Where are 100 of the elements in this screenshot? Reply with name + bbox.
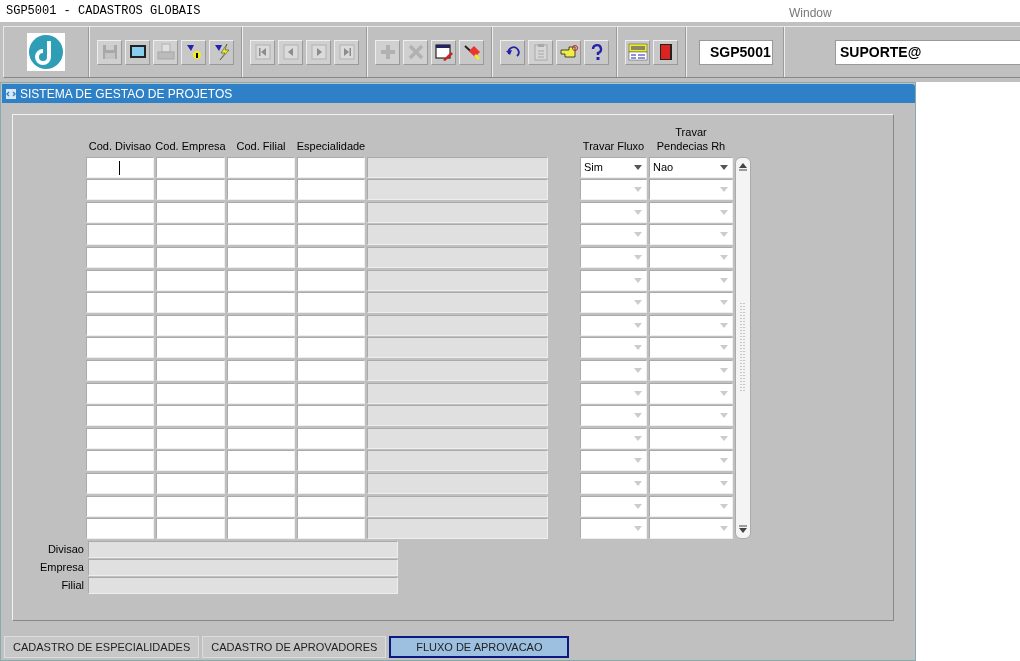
text-field[interactable]: [227, 382, 295, 404]
text-field[interactable]: [156, 224, 225, 246]
text-field[interactable]: [227, 427, 295, 449]
text-field[interactable]: [297, 292, 365, 314]
query-button[interactable]: [181, 39, 206, 65]
text-field[interactable]: [156, 292, 225, 314]
text-field[interactable]: [86, 518, 154, 540]
text-field[interactable]: [227, 495, 295, 517]
text-field[interactable]: [227, 337, 295, 359]
text-field[interactable]: [227, 405, 295, 427]
text-field[interactable]: [156, 156, 225, 178]
dropdown-field[interactable]: [649, 472, 733, 494]
text-field[interactable]: [227, 292, 295, 314]
text-field[interactable]: [156, 518, 225, 540]
text-field[interactable]: [86, 292, 154, 314]
dropdown-field[interactable]: [580, 405, 647, 427]
pointing-hand-button[interactable]: [556, 39, 581, 65]
text-field[interactable]: [227, 359, 295, 381]
text-field[interactable]: [227, 314, 295, 336]
tab[interactable]: CADASTRO DE APROVADORES: [202, 636, 387, 658]
form-edit-button[interactable]: [431, 39, 456, 65]
dropdown-field[interactable]: [580, 495, 647, 517]
dropdown-field[interactable]: [649, 246, 733, 268]
text-field[interactable]: [297, 179, 365, 201]
text-field[interactable]: [156, 450, 225, 472]
text-field[interactable]: [86, 269, 154, 291]
dropdown-field[interactable]: [580, 382, 647, 404]
text-field[interactable]: [86, 405, 154, 427]
text-field[interactable]: [156, 337, 225, 359]
tab[interactable]: CADASTRO DE ESPECIALIDADES: [4, 636, 200, 658]
text-field[interactable]: [86, 427, 154, 449]
dropdown-field[interactable]: [580, 427, 647, 449]
dropdown-arrow-icon[interactable]: [634, 164, 642, 170]
text-field[interactable]: [297, 269, 365, 291]
dropdown-field[interactable]: [649, 224, 733, 246]
tab[interactable]: FLUXO DE APROVACAO: [389, 636, 570, 658]
dropdown-field[interactable]: Nao: [649, 156, 733, 178]
dropdown-field[interactable]: [580, 269, 647, 291]
text-field[interactable]: [156, 382, 225, 404]
dropdown-field[interactable]: [649, 427, 733, 449]
dropdown-field[interactable]: [580, 246, 647, 268]
text-field[interactable]: [86, 179, 154, 201]
dropdown-field[interactable]: [580, 337, 647, 359]
dropdown-field[interactable]: [649, 314, 733, 336]
text-field[interactable]: [297, 405, 365, 427]
text-field[interactable]: [297, 495, 365, 517]
dropdown-arrow-icon[interactable]: [720, 164, 728, 170]
text-field[interactable]: [227, 156, 295, 178]
text-field[interactable]: [297, 314, 365, 336]
eraser-button[interactable]: [459, 39, 484, 65]
text-field[interactable]: [86, 337, 154, 359]
text-field[interactable]: [156, 472, 225, 494]
dropdown-field[interactable]: [580, 472, 647, 494]
text-field[interactable]: [86, 201, 154, 223]
screen-button[interactable]: [125, 39, 150, 65]
scrollbar[interactable]: [735, 156, 751, 540]
text-field[interactable]: [227, 201, 295, 223]
dropdown-field[interactable]: Sim: [580, 156, 647, 178]
dropdown-field[interactable]: [580, 450, 647, 472]
text-field[interactable]: [156, 405, 225, 427]
text-field[interactable]: [297, 201, 365, 223]
dropdown-field[interactable]: [580, 201, 647, 223]
text-field[interactable]: [297, 518, 365, 540]
text-field[interactable]: [86, 359, 154, 381]
text-field[interactable]: [156, 314, 225, 336]
text-field[interactable]: [86, 472, 154, 494]
text-field[interactable]: [156, 359, 225, 381]
text-field[interactable]: [227, 269, 295, 291]
text-field[interactable]: [156, 179, 225, 201]
text-field[interactable]: [227, 224, 295, 246]
text-field[interactable]: [297, 450, 365, 472]
dropdown-field[interactable]: [580, 292, 647, 314]
text-field[interactable]: [86, 156, 154, 178]
dropdown-field[interactable]: [649, 450, 733, 472]
dropdown-field[interactable]: [649, 179, 733, 201]
text-field[interactable]: [156, 427, 225, 449]
dropdown-field[interactable]: [649, 201, 733, 223]
text-field[interactable]: [227, 246, 295, 268]
text-field[interactable]: [227, 450, 295, 472]
text-field[interactable]: [297, 337, 365, 359]
dropdown-field[interactable]: [649, 337, 733, 359]
dropdown-field[interactable]: [649, 292, 733, 314]
text-field[interactable]: [227, 472, 295, 494]
dropdown-field[interactable]: [580, 359, 647, 381]
text-field[interactable]: [227, 518, 295, 540]
text-field[interactable]: [227, 179, 295, 201]
dropdown-field[interactable]: [649, 518, 733, 540]
text-field[interactable]: [297, 427, 365, 449]
dropdown-field[interactable]: [580, 518, 647, 540]
dropdown-field[interactable]: [649, 359, 733, 381]
text-field[interactable]: [86, 450, 154, 472]
dropdown-field[interactable]: [649, 382, 733, 404]
dropdown-field[interactable]: [580, 314, 647, 336]
text-field[interactable]: [86, 224, 154, 246]
text-field[interactable]: [297, 156, 365, 178]
text-field[interactable]: [156, 269, 225, 291]
dropdown-field[interactable]: [649, 495, 733, 517]
door-button[interactable]: [653, 39, 678, 65]
text-field[interactable]: [297, 472, 365, 494]
text-field[interactable]: [86, 382, 154, 404]
